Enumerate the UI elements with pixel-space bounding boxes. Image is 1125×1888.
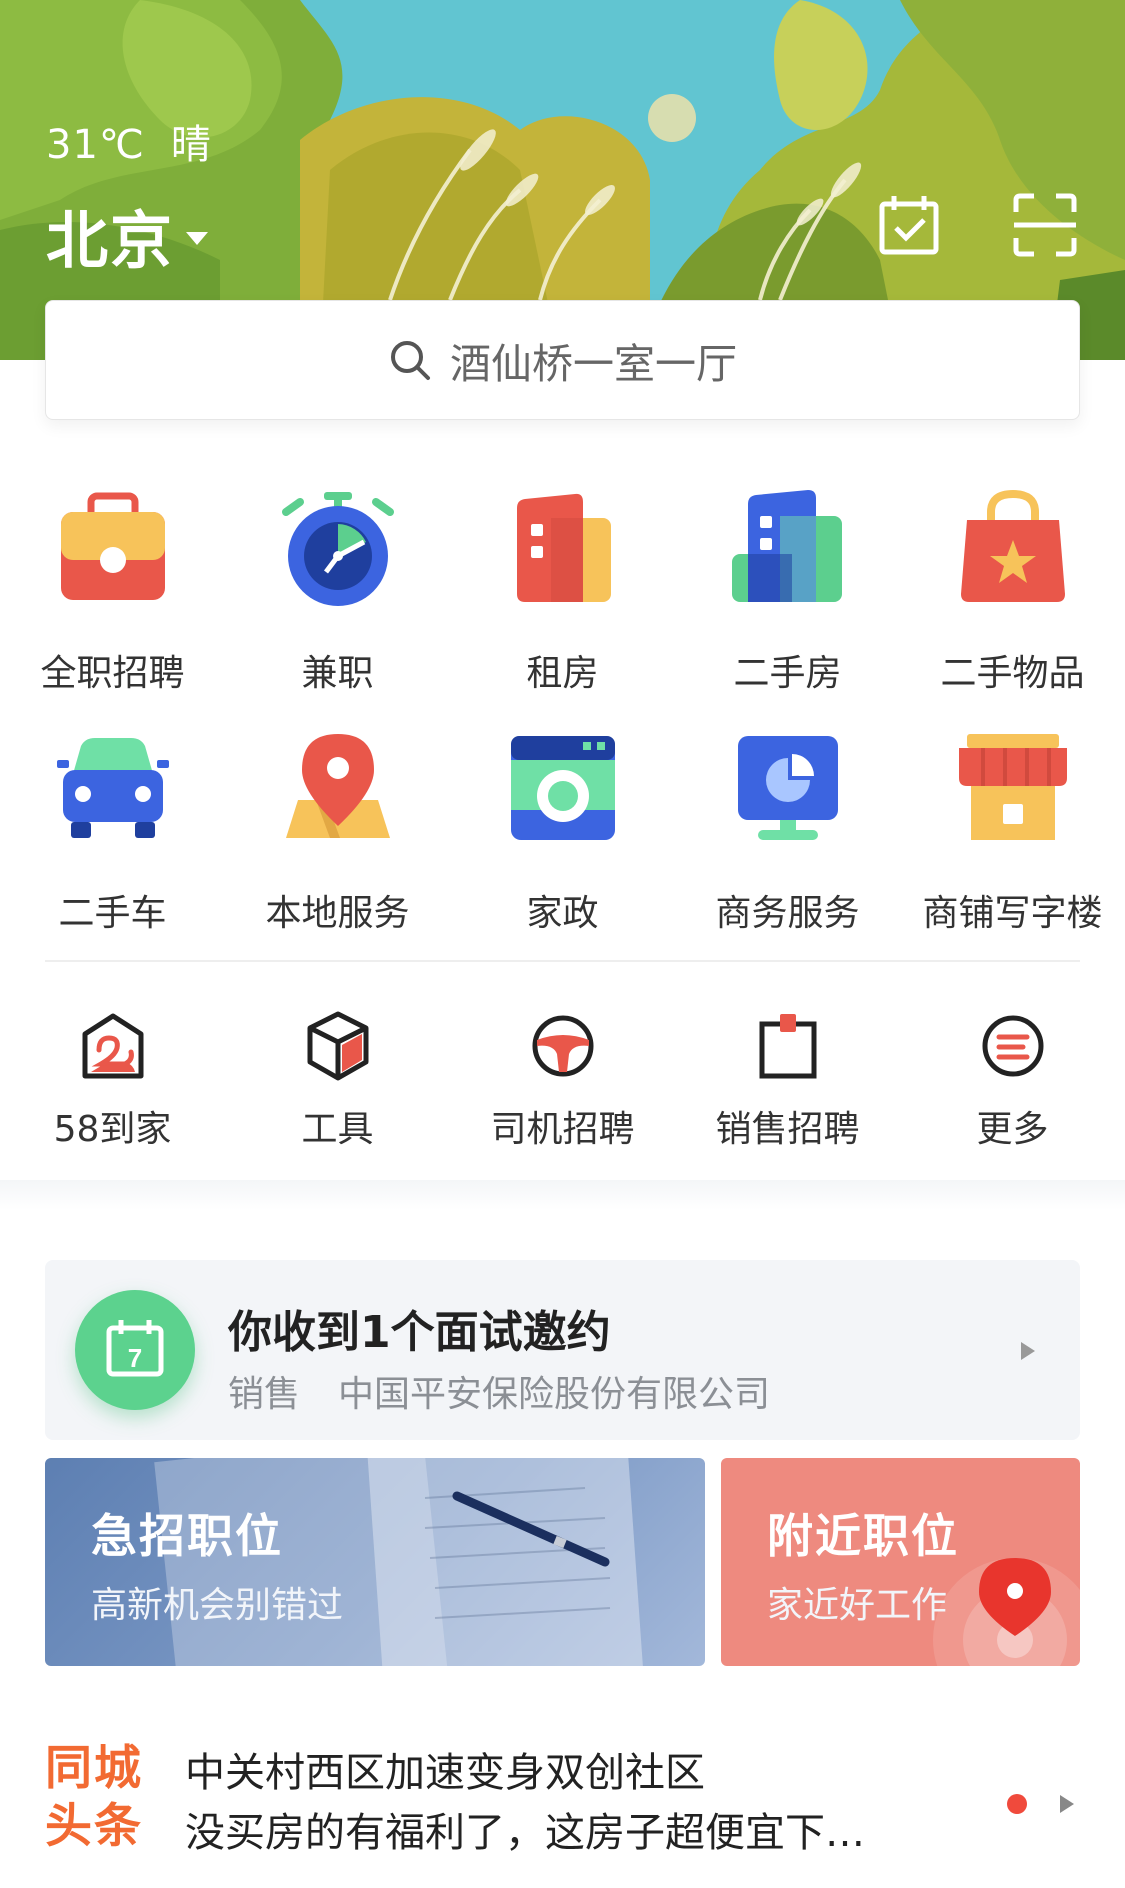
clipboard-icon [759, 1014, 816, 1079]
urgent-jobs-card[interactable]: 急招职位 高新机会别错过 [45, 1458, 705, 1666]
quicklink-label: 更多 [976, 1109, 1049, 1150]
category-label: 二手房 [733, 653, 842, 694]
swan-home-icon [82, 1013, 143, 1079]
briefcase-icon [60, 492, 165, 600]
search-icon [391, 341, 430, 380]
nearby-jobs-card[interactable]: 附近职位 家近好工作 [721, 1458, 1080, 1666]
search-placeholder: 酒仙桥一室一厅 [450, 340, 737, 388]
menu-circle-icon [982, 1015, 1043, 1077]
category-label: 二手物品 [940, 653, 1085, 694]
nearby-jobs-title: 附近职位 [767, 1509, 959, 1563]
category-used-car[interactable]: 二手车 [0, 730, 225, 936]
quicklink-label: 司机招聘 [490, 1109, 635, 1150]
headline-item[interactable]: 中关村西区加速变身双创社区 [185, 1740, 705, 1798]
invite-position: 销售 [228, 1374, 301, 1415]
building-icon [516, 493, 611, 602]
logo-line-1: 同城 [45, 1741, 143, 1796]
nearby-jobs-subtitle: 家近好工作 [767, 1585, 948, 1626]
category-shops-offices[interactable]: 商铺写字楼 [900, 730, 1125, 936]
washing-machine-icon [510, 736, 615, 840]
headline-item[interactable]: 没买房的有福利了，这房子超便宜下… [185, 1800, 865, 1858]
stopwatch-icon [281, 492, 394, 606]
calendar-check-icon [879, 196, 939, 255]
quicklink-label: 销售招聘 [715, 1109, 860, 1150]
invite-title: 你收到1个面试邀约 [228, 1307, 611, 1358]
interview-invite-card[interactable]: 7 你收到1个面试邀约 销售 中国平安保险股份有限公司 [45, 1260, 1080, 1440]
invite-details: 销售 中国平安保险股份有限公司 [228, 1365, 770, 1417]
category-rental[interactable]: 租房 [450, 490, 675, 696]
category-label: 兼职 [301, 653, 374, 694]
headlines-logo: 同城 头条 [45, 1740, 165, 1856]
category-label: 租房 [526, 653, 599, 694]
category-fulltime-jobs[interactable]: 全职招聘 [0, 490, 225, 696]
quicklink-label: 工具 [301, 1109, 374, 1150]
category-grid-row1: 全职招聘 兼职 租房 二手房 二手物品 [0, 490, 1125, 696]
category-label: 本地服务 [265, 893, 410, 934]
quicklink-58-home[interactable]: 58到家 [0, 1010, 225, 1152]
caret-down-icon [186, 231, 209, 245]
city-headlines[interactable]: 同城 头条 中关村西区加速变身双创社区 没买房的有福利了，这房子超便宜下… [45, 1740, 1080, 1856]
category-parttime[interactable]: 兼职 [225, 490, 450, 696]
logo-line-2: 头条 [45, 1799, 143, 1854]
quicklink-label: 58到家 [53, 1109, 172, 1150]
calendar-day: 7 [128, 1343, 142, 1373]
category-local-services[interactable]: 本地服务 [225, 730, 450, 936]
quicklink-more[interactable]: 更多 [900, 1010, 1125, 1152]
urgent-jobs-subtitle: 高新机会别错过 [91, 1585, 344, 1626]
quicklink-tools[interactable]: 工具 [225, 1010, 450, 1152]
location-map-icon [285, 734, 390, 838]
quick-link-row: 58到家 工具 司机招聘 销售招聘 更多 [0, 1010, 1125, 1152]
category-label: 商铺写字楼 [922, 893, 1103, 934]
quicklink-sales-jobs[interactable]: 销售招聘 [675, 1010, 900, 1152]
category-secondhand-goods[interactable]: 二手物品 [900, 490, 1125, 696]
category-label: 二手车 [58, 893, 167, 934]
monitor-chart-icon [737, 736, 838, 840]
category-secondhand-house[interactable]: 二手房 [675, 490, 900, 696]
arrow-right-icon [1060, 1795, 1074, 1813]
calendar-checkin-button[interactable] [874, 190, 944, 260]
arrow-right-icon [1021, 1342, 1035, 1360]
shopping-bag-icon [960, 490, 1065, 602]
cube-icon [307, 1011, 368, 1081]
category-housekeeping[interactable]: 家政 [450, 730, 675, 936]
search-bar[interactable]: 酒仙桥一室一厅 [45, 300, 1080, 420]
weather-condition: 晴 [170, 122, 212, 168]
scan-icon [1013, 193, 1077, 257]
home-screen: 31℃ 晴 北京 酒仙桥一室一厅 全职招聘 兼职 租房 二手房 二手物品 二手车… [0, 0, 1125, 1888]
category-label: 全职招聘 [40, 653, 185, 694]
section-spacer [0, 1180, 1125, 1210]
urgent-jobs-title: 急招职位 [91, 1509, 283, 1563]
section-divider [45, 960, 1080, 962]
apartment-icon [731, 490, 842, 602]
unread-dot [1007, 1794, 1027, 1814]
city-name: 北京 [46, 204, 175, 277]
scan-button[interactable] [1010, 190, 1080, 260]
calendar-icon: 7 [75, 1290, 195, 1410]
city-selector[interactable]: 北京 [46, 190, 209, 280]
storefront-icon [958, 734, 1067, 840]
quicklink-driver-jobs[interactable]: 司机招聘 [450, 1010, 675, 1152]
car-icon [56, 738, 169, 838]
invite-company: 中国平安保险股份有限公司 [338, 1374, 771, 1415]
category-label: 商务服务 [715, 893, 860, 934]
steering-wheel-icon [532, 1015, 593, 1077]
temperature: 31℃ [46, 122, 145, 168]
category-grid-row2: 二手车 本地服务 家政 商务服务 商铺写字楼 [0, 730, 1125, 936]
category-business-services[interactable]: 商务服务 [675, 730, 900, 936]
weather-info: 31℃ 晴 [46, 112, 212, 170]
category-label: 家政 [526, 893, 599, 934]
